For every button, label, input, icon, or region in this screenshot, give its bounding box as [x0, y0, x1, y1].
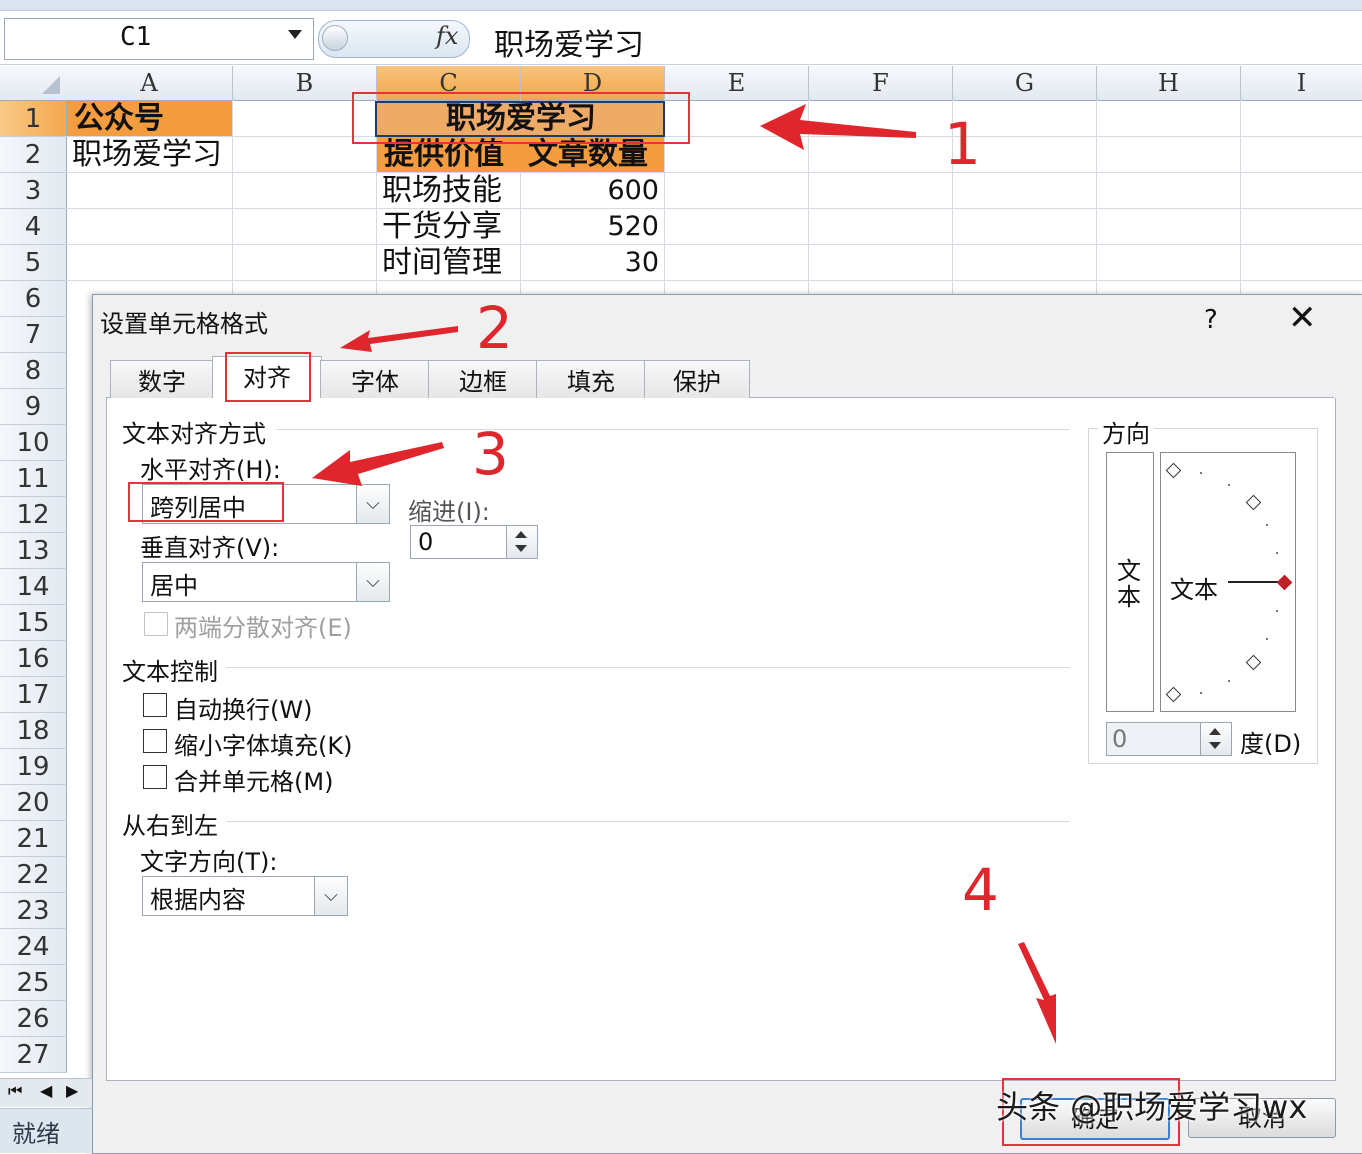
arrow-4-icon [1018, 942, 1056, 1044]
annotation-number-1: 1 [944, 110, 981, 178]
arrow-3-icon [312, 442, 444, 486]
annotation-arrows [312, 104, 1056, 1044]
annotation-number-3: 3 [472, 420, 509, 488]
annotation-number-2: 2 [476, 294, 513, 362]
arrow-1-icon [760, 104, 916, 150]
arrow-2-icon [340, 326, 458, 352]
watermark: 头条 @职场爱学习wx [996, 1088, 1308, 1126]
annotation-number-4: 4 [962, 856, 999, 924]
